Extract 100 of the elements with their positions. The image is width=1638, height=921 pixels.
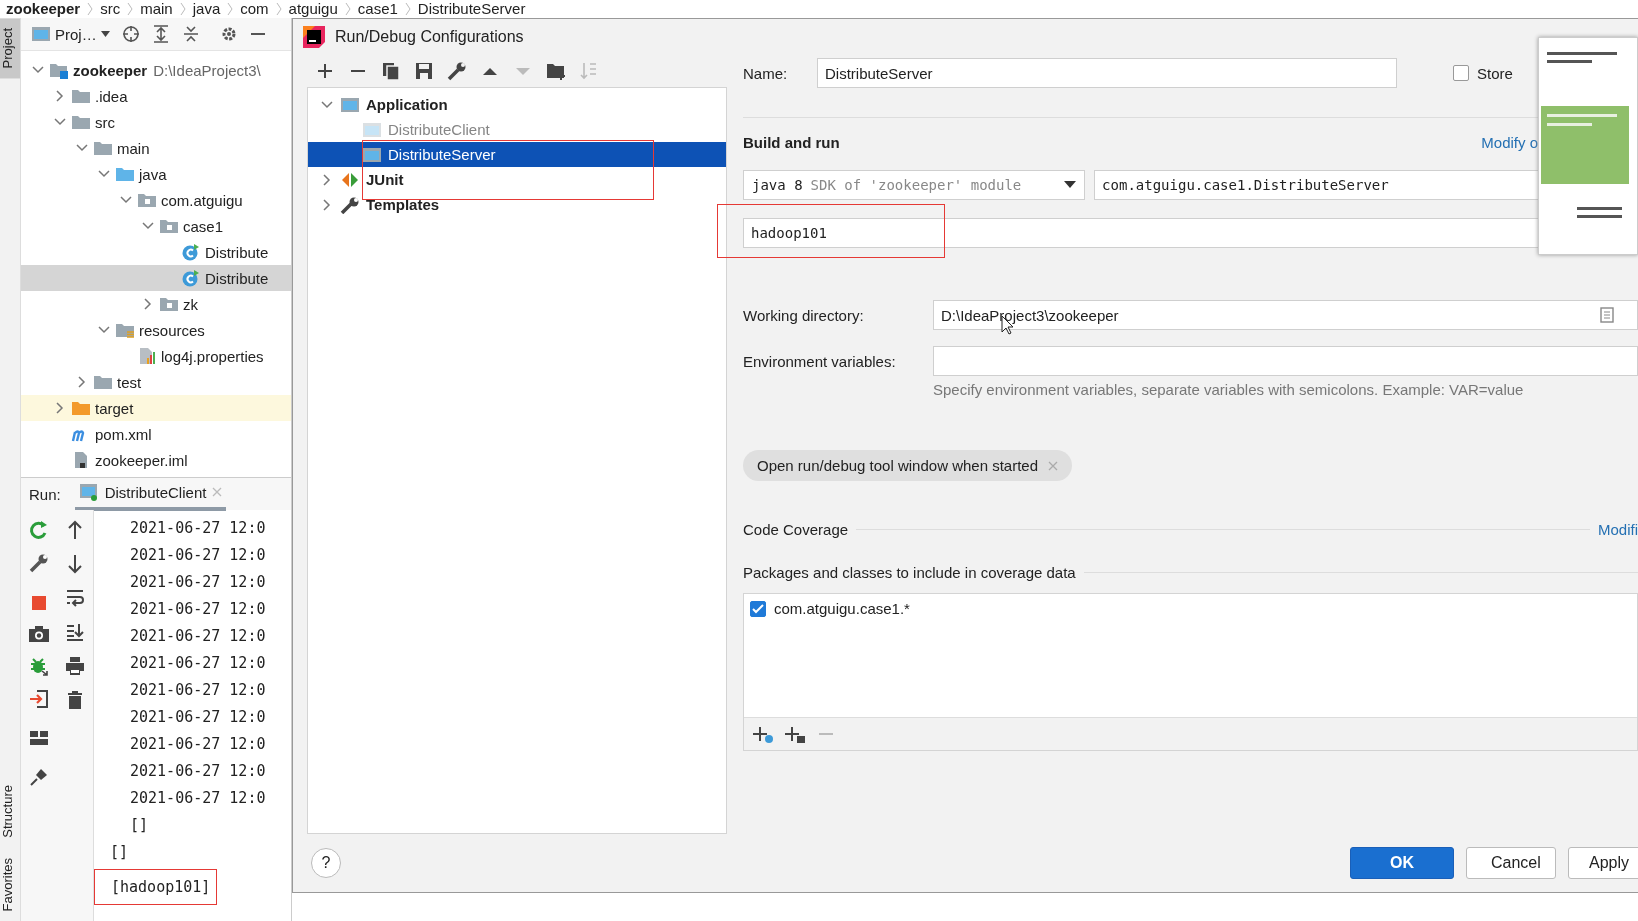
add-package-icon[interactable] [784, 724, 806, 744]
down-arrow-icon[interactable] [67, 554, 83, 574]
breadcrumb-item[interactable]: atguigu [288, 0, 338, 18]
view-selector[interactable]: Proj… [31, 25, 110, 43]
breadcrumb-item[interactable]: zookeeper [6, 0, 81, 18]
tree-item[interactable]: target [21, 395, 291, 421]
tree-item[interactable]: src [21, 109, 291, 135]
tree-item-label: zk [183, 295, 198, 313]
configuration-item[interactable]: DistributeClient [308, 117, 726, 142]
login-icon[interactable] [29, 689, 49, 709]
wrench-icon [340, 195, 360, 214]
chevron-icon[interactable] [142, 298, 154, 310]
modify-options-link[interactable]: Modify o [1481, 133, 1538, 151]
tree-item[interactable]: resources [21, 317, 291, 343]
print-icon[interactable] [65, 656, 85, 676]
bug-icon[interactable] [29, 656, 49, 676]
chevron-icon[interactable] [54, 90, 66, 102]
folder-icon [71, 87, 91, 105]
folder-icon [93, 139, 113, 157]
window-icon [78, 483, 99, 501]
trash-icon[interactable] [66, 690, 84, 710]
save-icon[interactable] [414, 61, 434, 81]
tool-window-tab[interactable]: Favorites [0, 847, 20, 921]
tree-item[interactable]: .idea [21, 83, 291, 109]
tree-item-label: zookeeper [73, 61, 148, 79]
name-field[interactable]: DistributeServer [817, 58, 1397, 88]
dialog-button[interactable]: Cancel [1466, 847, 1556, 879]
tree-item[interactable]: com.atguigu [21, 187, 291, 213]
tool-window-tab[interactable]: Project [0, 18, 20, 79]
dialog-button[interactable]: Apply [1568, 847, 1638, 879]
expand-all-icon[interactable] [151, 25, 170, 43]
configuration-item[interactable]: Templates [308, 192, 726, 217]
tree-item[interactable]: main [21, 135, 291, 161]
breadcrumb-item[interactable]: case1 [357, 0, 398, 18]
environment-variables-field[interactable] [933, 346, 1638, 376]
tree-item[interactable]: log4j.properties [21, 343, 291, 369]
tree-item-label: test [117, 373, 142, 391]
tree-item[interactable]: zk [21, 291, 291, 317]
tree-item[interactable]: zookeeper.iml [21, 447, 291, 473]
chevron-icon[interactable] [321, 198, 333, 211]
rerun-icon[interactable] [29, 520, 49, 540]
breadcrumb-item[interactable]: src [100, 0, 121, 18]
tree-item[interactable]: pom.xml [21, 421, 291, 447]
chevron-icon[interactable] [142, 220, 154, 232]
chevron-icon[interactable] [76, 376, 88, 388]
caret-icon [100, 31, 110, 37]
breadcrumb-item[interactable]: main [140, 0, 173, 18]
console-line: 2021-06-27 12:0 [129, 706, 266, 728]
scroll-to-end-icon[interactable] [65, 622, 85, 642]
configuration-item[interactable]: DistributeServer [308, 142, 726, 167]
up-arrow-icon[interactable] [67, 520, 83, 540]
copy-icon[interactable] [381, 61, 401, 81]
modify-link[interactable]: Modifi [1598, 521, 1638, 538]
chevron-icon[interactable] [98, 168, 110, 180]
console-line: [] [109, 841, 129, 863]
dialog-button[interactable]: OK [1350, 847, 1454, 879]
stop-icon[interactable] [30, 594, 48, 612]
chevron-icon [178, 2, 187, 16]
chevron-icon[interactable] [321, 173, 333, 186]
wrench-icon[interactable] [29, 553, 49, 573]
layout-icon[interactable] [29, 730, 49, 746]
chevron-icon[interactable] [120, 194, 132, 206]
soft-wrap-icon[interactable] [65, 588, 85, 608]
configuration-item[interactable]: JUnit [308, 167, 726, 192]
chevron-icon[interactable] [32, 64, 44, 76]
tool-window-tab[interactable]: Structure [0, 774, 20, 848]
chevron-icon[interactable] [321, 98, 333, 111]
help-button[interactable]: ? [311, 848, 341, 878]
console-line: 2021-06-27 12:0 [129, 517, 266, 539]
tree-item[interactable]: Distribute [21, 265, 291, 291]
tree-item[interactable]: Distribute [21, 239, 291, 265]
breadcrumb-item[interactable]: DistributeServer [417, 0, 526, 18]
chevron-icon [226, 2, 235, 16]
chevron-icon[interactable] [54, 402, 66, 414]
tree-item[interactable]: java [21, 161, 291, 187]
collapse-all-icon[interactable] [181, 25, 200, 43]
wrench-icon[interactable] [447, 61, 467, 81]
locate-icon[interactable] [121, 25, 140, 43]
tree-item[interactable]: case1 [21, 213, 291, 239]
jre-dropdown[interactable]: java 8 SDK of 'zookeeper' module [743, 170, 1086, 200]
field-label: Environment variables: [743, 352, 897, 370]
pin-icon[interactable] [29, 767, 49, 787]
checkbox[interactable] [750, 600, 766, 617]
new-folder-icon[interactable] [546, 61, 566, 81]
add-class-icon[interactable] [752, 724, 774, 744]
breadcrumb-item[interactable]: com [240, 0, 269, 18]
checkbox[interactable] [1453, 65, 1469, 81]
console-line: 2021-06-27 12:0 [129, 679, 266, 701]
camera-icon[interactable] [28, 625, 50, 643]
tree-item[interactable]: zookeeper D:\IdeaProject3\ [21, 57, 291, 83]
chevron-icon[interactable] [98, 324, 110, 336]
chevron-icon[interactable] [54, 116, 66, 128]
chevron-icon[interactable] [76, 142, 88, 154]
configuration-item[interactable]: Application [308, 92, 726, 117]
working-directory-field[interactable]: D:\IdeaProject3\zookeeper [933, 300, 1638, 330]
add-icon[interactable] [315, 61, 335, 81]
tree-item-label: zookeeper.iml [95, 451, 188, 469]
option-chip[interactable]: Open run/debug tool window when started [743, 450, 1072, 481]
tree-item[interactable]: test [21, 369, 291, 395]
breadcrumb-item[interactable]: java [192, 0, 221, 18]
